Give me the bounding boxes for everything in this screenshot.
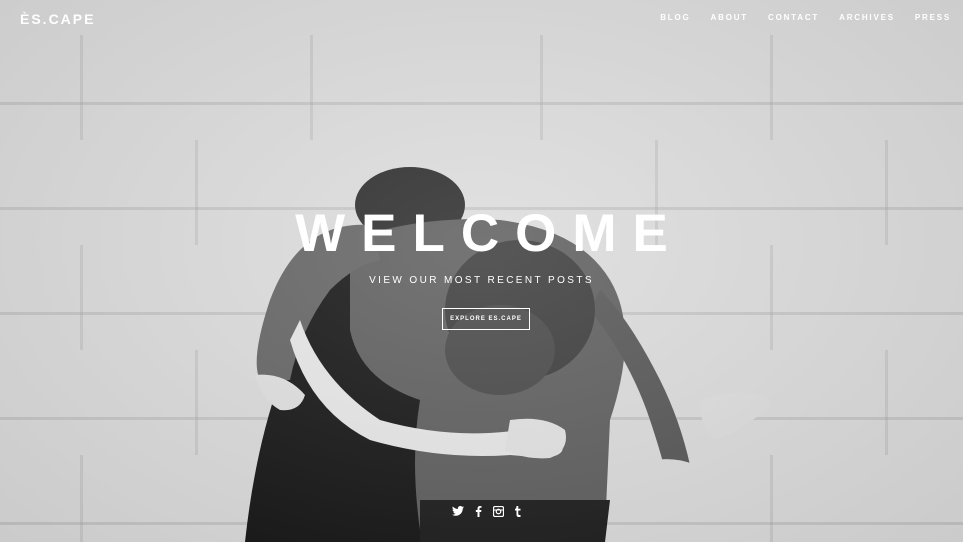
nav-item-contact[interactable]: CONTACT — [768, 13, 819, 22]
nav-item-press[interactable]: PRESS — [915, 13, 951, 22]
social-links — [452, 505, 524, 517]
instagram-icon[interactable] — [492, 505, 504, 517]
site-logo[interactable]: ÈS.CAPE — [20, 11, 95, 27]
nav-item-about[interactable]: ABOUT — [711, 13, 748, 22]
nav-item-archives[interactable]: ARCHIVES — [839, 13, 895, 22]
hero-subtitle[interactable]: VIEW OUR MOST RECENT POSTS — [0, 275, 963, 286]
tumblr-icon[interactable] — [512, 505, 524, 517]
hero-section: ÈS.CAPE BLOG ABOUT CONTACT ARCHIVES PRES… — [0, 0, 963, 542]
explore-button[interactable]: EXPLORE ES.CAPE — [442, 308, 530, 330]
main-nav: BLOG ABOUT CONTACT ARCHIVES PRESS — [660, 13, 951, 22]
facebook-icon[interactable] — [472, 505, 484, 517]
hero-photo — [245, 167, 771, 542]
hero-title: WELCOME — [295, 204, 684, 263]
nav-item-blog[interactable]: BLOG — [660, 13, 690, 22]
twitter-icon[interactable] — [452, 505, 464, 517]
